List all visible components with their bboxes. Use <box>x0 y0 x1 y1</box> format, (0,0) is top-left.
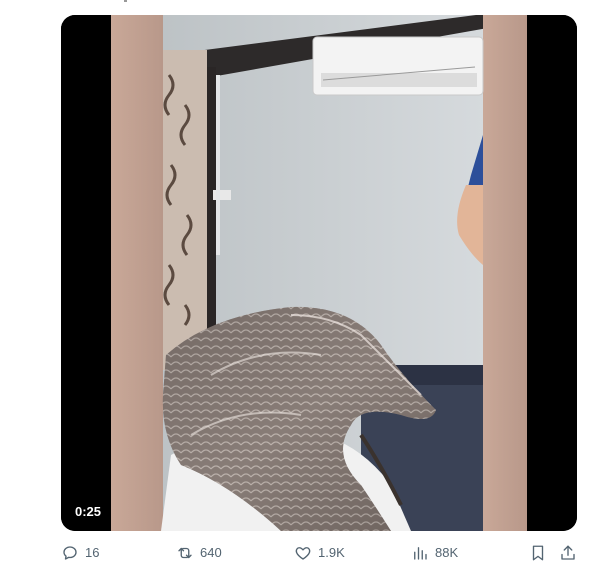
repost-button[interactable]: 640 <box>176 541 222 565</box>
views-icon <box>411 544 429 562</box>
views-count: 88K <box>435 545 459 560</box>
repost-count: 640 <box>200 545 222 560</box>
truncated-text-fragment <box>124 0 127 2</box>
share-icon <box>559 544 577 562</box>
tweet-video-player[interactable]: 0:25 <box>61 15 577 531</box>
tweet-action-bar: 16 640 1.9K 88K <box>56 541 586 565</box>
views-button[interactable]: 88K <box>411 541 458 565</box>
bookmark-button[interactable] <box>529 541 547 565</box>
repost-icon <box>176 544 194 562</box>
like-button[interactable]: 1.9K <box>294 541 345 565</box>
video-timestamp: 0:25 <box>69 502 108 521</box>
reply-button[interactable]: 16 <box>61 541 99 565</box>
video-frame <box>61 15 577 531</box>
reply-count: 16 <box>85 545 100 560</box>
bookmark-icon <box>529 544 547 562</box>
reply-icon <box>61 544 79 562</box>
like-count: 1.9K <box>318 545 345 560</box>
share-button[interactable] <box>559 541 577 565</box>
heart-icon <box>294 544 312 562</box>
